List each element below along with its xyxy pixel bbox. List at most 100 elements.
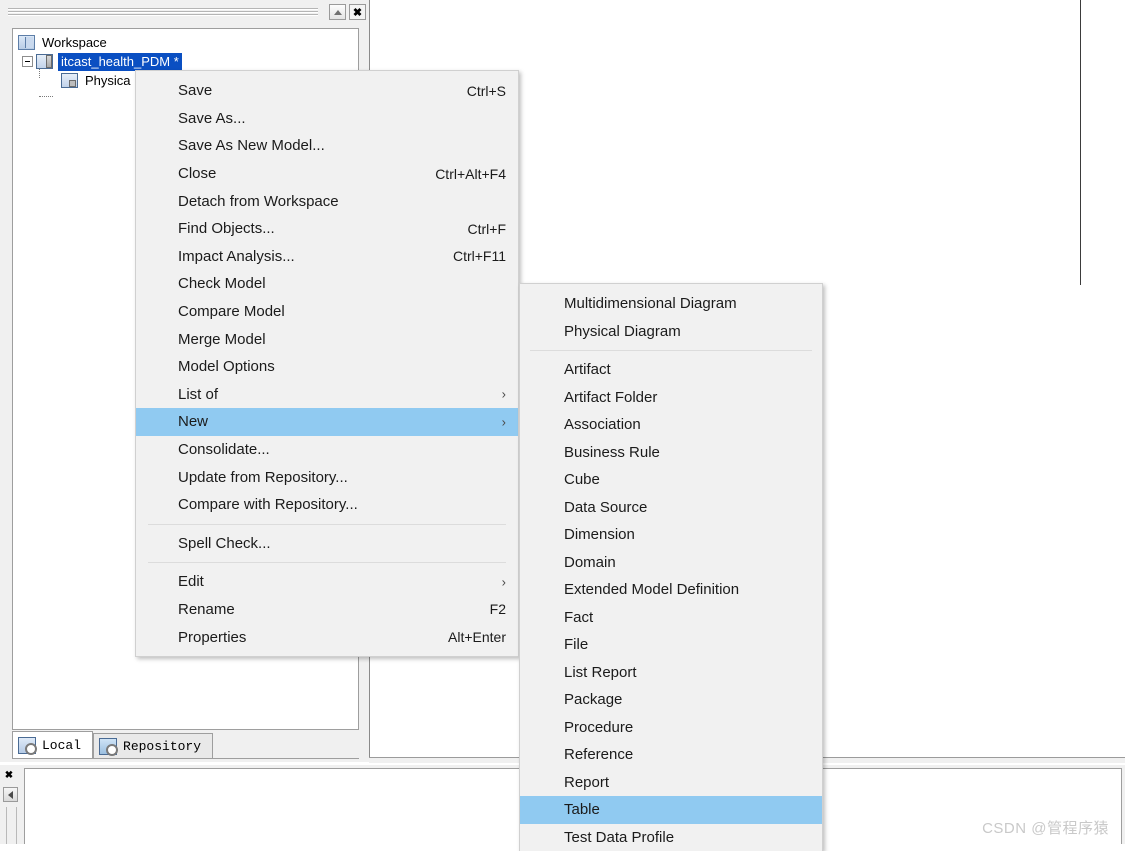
tree-item-workspace-label: Workspace: [40, 35, 109, 50]
menu-item-report[interactable]: Report: [520, 769, 822, 797]
canvas-vertical-divider: [1080, 0, 1081, 285]
menu-item-table[interactable]: Table: [520, 796, 822, 824]
menu-item-list-of[interactable]: List of›: [136, 381, 518, 409]
menu-item-physical-diagram[interactable]: Physical Diagram: [520, 318, 822, 346]
menu-item-save-as[interactable]: Save As...: [136, 105, 518, 133]
menu-item-label: New: [178, 413, 208, 430]
menu-item-label: Data Source: [564, 499, 647, 516]
menu-item-label: Rename: [178, 601, 235, 618]
menu-item-save[interactable]: Save Ctrl+S: [136, 77, 518, 105]
menu-item-label: Multidimensional Diagram: [564, 295, 737, 312]
menu-item-artifact[interactable]: Artifact: [520, 356, 822, 384]
menu-item-spell-check[interactable]: Spell Check...: [136, 530, 518, 558]
browser-titlebar: ✖: [0, 0, 369, 26]
menu-item-compare-model[interactable]: Compare Model: [136, 298, 518, 326]
menu-item-artifact-folder[interactable]: Artifact Folder: [520, 384, 822, 412]
triangle-left-icon: [8, 791, 13, 799]
triangle-up-icon: [334, 10, 342, 15]
menu-item-properties[interactable]: PropertiesAlt+Enter: [136, 623, 518, 651]
menu-item-detach-from-workspace[interactable]: Detach from Workspace: [136, 187, 518, 215]
output-scroll-button[interactable]: [3, 787, 18, 802]
menu-item-label: Close: [178, 165, 216, 182]
tab-repository-label: Repository: [123, 739, 201, 754]
output-panel-toolstrip: ✖: [0, 765, 22, 844]
menu-item-merge-model[interactable]: Merge Model: [136, 325, 518, 353]
menu-item-label: Detach from Workspace: [178, 193, 339, 210]
physical-diagram-icon: [61, 73, 78, 88]
new-submenu[interactable]: Multidimensional Diagram Physical Diagram…: [519, 283, 823, 851]
menu-item-test-data-profile[interactable]: Test Data Profile: [520, 824, 822, 851]
menu-item-data-source[interactable]: Data Source: [520, 494, 822, 522]
panel-drag-grip[interactable]: [8, 8, 318, 17]
menu-item-label: Spell Check...: [178, 535, 271, 552]
menu-item-extended-model-definition[interactable]: Extended Model Definition: [520, 576, 822, 604]
menu-item-save-as-new-model[interactable]: Save As New Model...: [136, 132, 518, 160]
menu-item-label: Fact: [564, 609, 593, 626]
menu-item-label: Consolidate...: [178, 441, 270, 458]
menu-item-label: Model Options: [178, 358, 275, 375]
menu-item-label: Compare with Repository...: [178, 496, 358, 513]
auto-hide-button[interactable]: [329, 4, 346, 20]
menu-item-shortcut: Ctrl+Alt+F4: [415, 166, 506, 182]
menu-item-label: Save As...: [178, 110, 246, 127]
menu-item-impact-analysis[interactable]: Impact Analysis...Ctrl+F11: [136, 243, 518, 271]
menu-item-find-objects[interactable]: Find Objects...Ctrl+F: [136, 215, 518, 243]
menu-item-fact[interactable]: Fact: [520, 604, 822, 632]
workspace-icon: [18, 35, 35, 50]
menu-item-label: Report: [564, 774, 609, 791]
browser-tab-strip: Local Repository: [12, 731, 359, 759]
menu-item-consolidate[interactable]: Consolidate...: [136, 436, 518, 464]
menu-item-label: Merge Model: [178, 331, 266, 348]
menu-item-label: Physical Diagram: [564, 323, 681, 340]
tree-connector-line: [39, 96, 53, 98]
tab-repository[interactable]: Repository: [93, 733, 213, 758]
menu-item-label: List of: [178, 386, 218, 403]
menu-item-procedure[interactable]: Procedure: [520, 714, 822, 742]
menu-item-label: Check Model: [178, 275, 266, 292]
tree-item-model[interactable]: itcast_health_PDM *: [13, 52, 358, 71]
menu-item-shortcut: F2: [470, 601, 506, 617]
menu-item-edit[interactable]: Edit›: [136, 568, 518, 596]
menu-item-label: Extended Model Definition: [564, 581, 739, 598]
menu-item-model-options[interactable]: Model Options: [136, 353, 518, 381]
model-context-menu[interactable]: Save Ctrl+S Save As... Save As New Model...…: [135, 70, 519, 657]
menu-item-check-model[interactable]: Check Model: [136, 270, 518, 298]
menu-item-rename[interactable]: Rename F2: [136, 596, 518, 624]
menu-item-new[interactable]: New›: [136, 408, 518, 436]
menu-item-close[interactable]: Close Ctrl+Alt+F4: [136, 160, 518, 188]
close-icon: ✖: [5, 770, 13, 781]
menu-item-compare-with-repository[interactable]: Compare with Repository...: [136, 491, 518, 519]
menu-item-domain[interactable]: Domain: [520, 549, 822, 577]
tree-item-workspace[interactable]: Workspace: [13, 33, 358, 52]
close-panel-button[interactable]: ✖: [349, 4, 366, 20]
menu-item-dimension[interactable]: Dimension: [520, 521, 822, 549]
menu-item-package[interactable]: Package: [520, 686, 822, 714]
tree-item-model-label: itcast_health_PDM *: [58, 53, 182, 71]
collapse-expander-icon[interactable]: [22, 56, 33, 67]
close-output-button[interactable]: ✖: [2, 769, 16, 782]
tree-item-physical-diagram-label: Physica: [83, 73, 133, 88]
menu-item-label: Test Data Profile: [564, 829, 674, 846]
menu-item-cube[interactable]: Cube: [520, 466, 822, 494]
menu-item-multidimensional-diagram[interactable]: Multidimensional Diagram: [520, 290, 822, 318]
menu-item-shortcut: Ctrl+F: [448, 221, 507, 237]
tab-local[interactable]: Local: [12, 731, 93, 758]
menu-item-list-report[interactable]: List Report: [520, 659, 822, 687]
menu-item-label: Domain: [564, 554, 616, 571]
repository-icon: [99, 738, 117, 755]
grip-line: [8, 11, 318, 12]
grip-line: [8, 8, 318, 9]
menu-item-label: Dimension: [564, 526, 635, 543]
menu-item-label: Save: [178, 82, 212, 99]
menu-item-file[interactable]: File: [520, 631, 822, 659]
menu-item-association[interactable]: Association: [520, 411, 822, 439]
menu-item-update-from-repository[interactable]: Update from Repository...: [136, 463, 518, 491]
menu-item-business-rule[interactable]: Business Rule: [520, 439, 822, 467]
menu-item-shortcut: Ctrl+S: [447, 83, 506, 99]
menu-item-shortcut: Ctrl+F11: [433, 248, 506, 264]
close-icon: ✖: [353, 6, 362, 19]
menu-item-label: Artifact: [564, 361, 611, 378]
menu-item-label: Update from Repository...: [178, 469, 348, 486]
menu-item-label: Procedure: [564, 719, 633, 736]
menu-item-reference[interactable]: Reference: [520, 741, 822, 769]
